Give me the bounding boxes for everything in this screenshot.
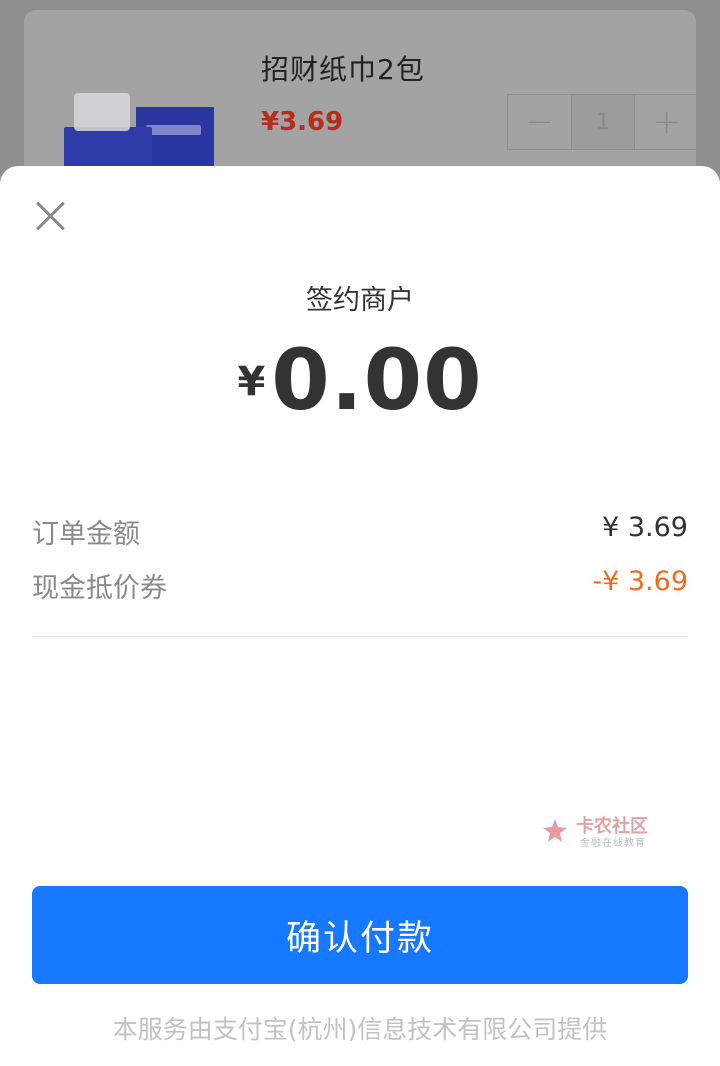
service-provider-footer: 本服务由支付宝(杭州)信息技术有限公司提供: [112, 1015, 608, 1044]
merchant-name: 签约商户: [306, 285, 414, 316]
coupon-label: 现金抵价券: [32, 573, 167, 604]
order-amount-value: ¥ 3.69: [602, 512, 688, 543]
increment-button[interactable]: +: [635, 95, 698, 149]
currency-symbol: ¥: [237, 359, 266, 405]
amount-value: 0.00: [271, 331, 483, 429]
quantity-stepper: − 1 +: [507, 94, 699, 150]
tissue-sheet: [74, 93, 130, 131]
payment-sheet: 签约商户 ¥0.00 订单金额 ¥ 3.69 现金抵价券 -¥ 3.69 确认付…: [0, 166, 720, 1066]
order-amount-row: 订单金额 ¥ 3.69: [32, 512, 688, 551]
order-amount-label: 订单金额: [32, 519, 140, 550]
payment-amount: ¥0.00: [0, 331, 720, 429]
product-price: ¥3.69: [261, 107, 344, 137]
divider: [32, 636, 688, 637]
coupon-value: -¥ 3.69: [592, 566, 688, 597]
decrement-button[interactable]: −: [508, 95, 571, 149]
tissue-box-label: [146, 125, 201, 135]
coupon-row: 现金抵价券 -¥ 3.69: [32, 566, 688, 605]
watermark-subtitle: 金融在线教育: [580, 838, 646, 849]
quantity-value[interactable]: 1: [570, 95, 636, 149]
watermark: 卡农社区 金融在线教育: [540, 812, 670, 852]
watermark-logo-icon: [543, 819, 567, 842]
close-icon[interactable]: [28, 194, 72, 238]
product-title: 招财纸巾2包: [261, 53, 425, 86]
confirm-payment-button[interactable]: 确认付款: [32, 886, 688, 984]
